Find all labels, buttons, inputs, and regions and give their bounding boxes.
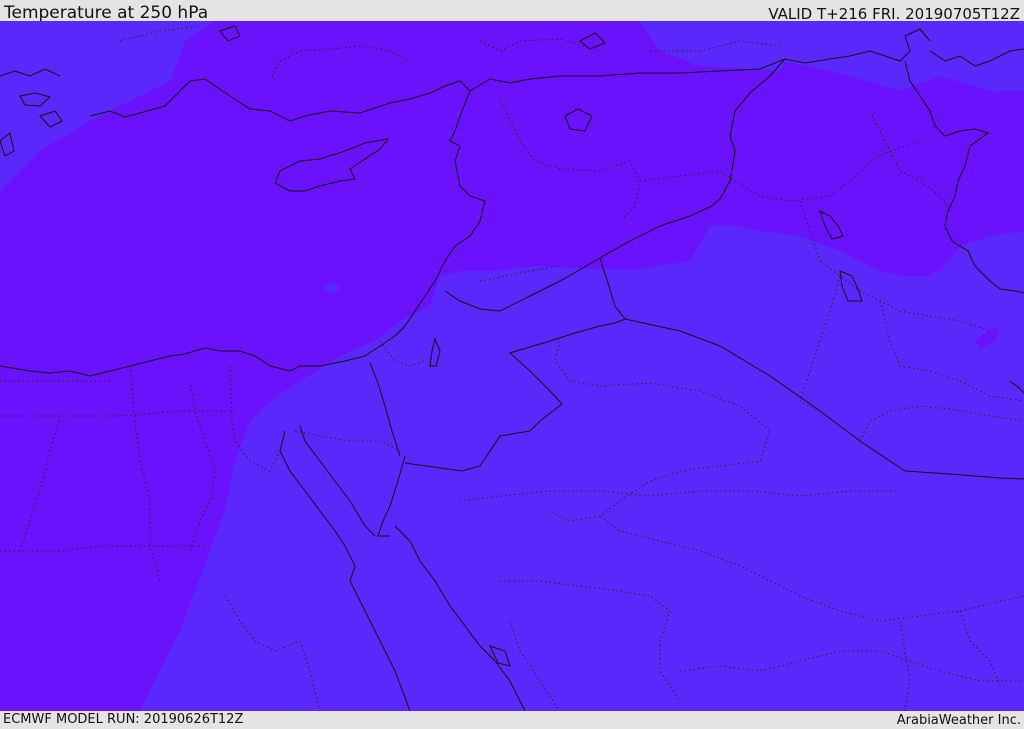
credit-label: ArabiaWeather Inc. (896, 713, 1021, 728)
map-title: Temperature at 250 hPa (4, 3, 209, 23)
header-bar: Temperature at 250 hPa VALID T+216 FRI. … (0, 0, 1024, 23)
cool-blob-mediterranean (324, 283, 340, 293)
weather-map-frame: Temperature at 250 hPa VALID T+216 FRI. … (0, 0, 1024, 729)
model-run-label: ECMWF MODEL RUN: 20190626T12Z (3, 712, 244, 727)
temperature-map (0, 21, 1024, 711)
footer-bar: ECMWF MODEL RUN: 20190626T12Z ArabiaWeat… (0, 711, 1024, 729)
